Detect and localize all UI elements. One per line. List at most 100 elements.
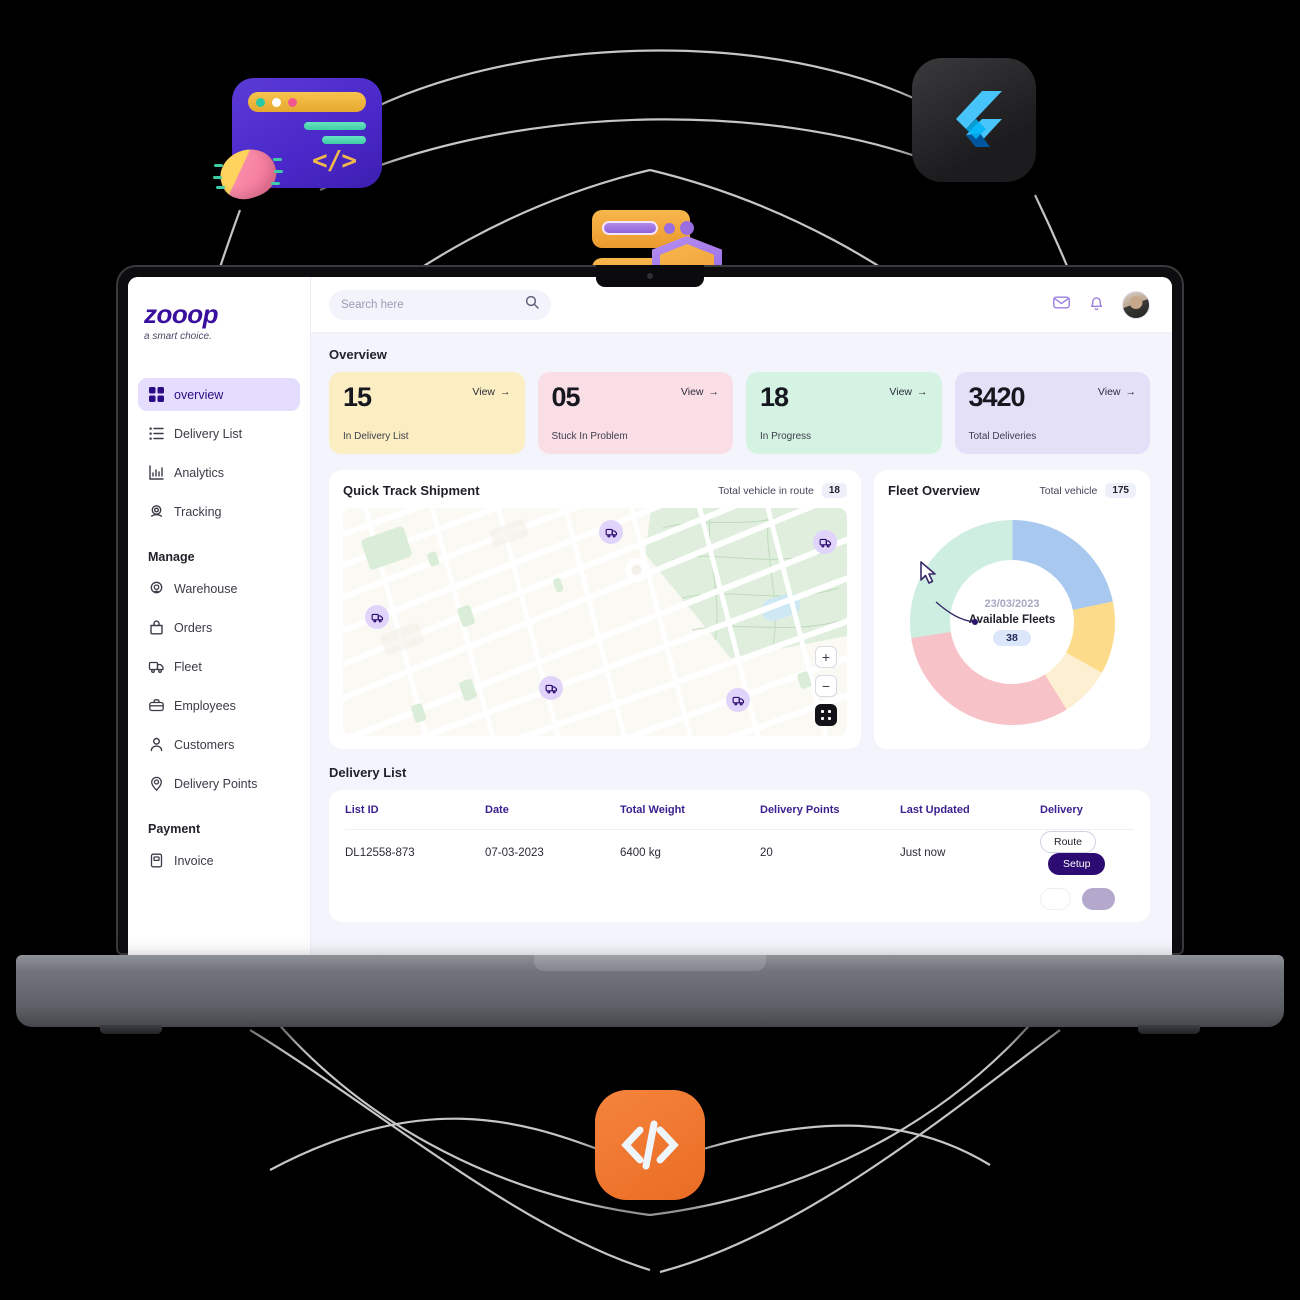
code-brackets-3d-icon bbox=[595, 1090, 705, 1200]
fleet-donut-chart[interactable]: 23/03/2023 Available Fleets 38 bbox=[888, 508, 1136, 736]
page-title: Overview bbox=[329, 347, 387, 362]
mail-icon[interactable] bbox=[1052, 293, 1071, 317]
cell-delivery-actions bbox=[1040, 888, 1134, 910]
laptop-mockup: zooop a smart choice. overview Delivery … bbox=[16, 265, 1284, 1034]
fullscreen-icon[interactable] bbox=[815, 704, 837, 726]
stat-card-in-delivery-list[interactable]: 15 In Delivery List View → bbox=[329, 372, 525, 454]
truck-marker-2[interactable] bbox=[599, 520, 623, 544]
sidebar-item-label: Delivery List bbox=[174, 426, 243, 441]
truck-marker-3[interactable] bbox=[813, 530, 837, 554]
avatar[interactable] bbox=[1122, 290, 1150, 319]
zoom-out-button[interactable]: − bbox=[815, 675, 837, 697]
view-label: View bbox=[680, 386, 704, 398]
laptop-lid: zooop a smart choice. overview Delivery … bbox=[116, 265, 1184, 955]
column-header-date: Date bbox=[485, 803, 509, 816]
sidebar-item-label: Delivery Points bbox=[174, 776, 258, 791]
browser-titlebar bbox=[248, 92, 366, 112]
map-view[interactable]: + − bbox=[343, 508, 847, 736]
table-row[interactable]: DL12558-873 07-03-2023 6400 kg 20 Just n… bbox=[345, 830, 1134, 876]
truck-marker-4[interactable] bbox=[539, 676, 563, 700]
view-link[interactable]: View → bbox=[472, 386, 510, 398]
cursor-pointer-icon bbox=[920, 561, 936, 584]
laptop-groove bbox=[534, 955, 766, 971]
sidebar-item-orders[interactable]: Orders bbox=[138, 611, 300, 644]
sidebar-item-customers[interactable]: Customers bbox=[138, 728, 300, 761]
setup-button[interactable]: Setup bbox=[1048, 853, 1106, 875]
sidebar-item-warehouse[interactable]: Warehouse bbox=[138, 572, 300, 605]
truck-marker-5[interactable] bbox=[726, 688, 750, 712]
sidebar-item-overview[interactable]: overview bbox=[138, 378, 300, 411]
sidebar-item-delivery-points[interactable]: Delivery Points bbox=[138, 767, 300, 800]
sidebar-item-label: Warehouse bbox=[174, 581, 238, 596]
brand-tagline: a smart choice. bbox=[144, 331, 212, 342]
bell-icon[interactable] bbox=[1087, 293, 1106, 317]
flutter-glyph bbox=[956, 91, 1002, 147]
arrow-right-icon: → bbox=[917, 386, 928, 398]
cell-list-id: DL12558-873 bbox=[345, 847, 415, 859]
setup-button[interactable] bbox=[1082, 888, 1116, 910]
laptop-foot bbox=[1138, 1025, 1200, 1034]
search-icon[interactable] bbox=[525, 295, 539, 314]
grid-icon bbox=[148, 386, 165, 403]
panel-meta: Total vehicle 175 bbox=[1040, 483, 1136, 498]
arrow-right-icon: → bbox=[1125, 386, 1137, 398]
sidebar-item-label: Employees bbox=[174, 698, 236, 713]
topbar bbox=[311, 277, 1172, 333]
sidebar-item-analytics[interactable]: Analytics bbox=[138, 456, 300, 489]
invoice-icon bbox=[148, 852, 165, 869]
tracking-icon bbox=[148, 503, 165, 520]
sidebar-nav: overview Delivery List Analytics Trackin… bbox=[128, 360, 310, 877]
panel-title: Quick Track Shipment bbox=[343, 483, 480, 498]
view-link[interactable]: View → bbox=[681, 386, 719, 398]
sidebar: zooop a smart choice. overview Delivery … bbox=[128, 277, 311, 955]
truck-icon bbox=[148, 658, 165, 675]
column-header-last-updated: Last Updated bbox=[900, 803, 970, 816]
sidebar-item-employees[interactable]: Employees bbox=[138, 689, 300, 722]
search-bar[interactable] bbox=[329, 289, 551, 320]
sidebar-item-invoice[interactable]: Invoice bbox=[138, 844, 300, 877]
sidebar-item-fleet[interactable]: Fleet bbox=[138, 650, 300, 683]
zoom-in-button[interactable]: + bbox=[815, 646, 837, 668]
bug-icon bbox=[213, 141, 283, 207]
panel-header: Fleet Overview Total vehicle 175 bbox=[888, 483, 1136, 498]
sidebar-group-payment: Payment bbox=[148, 822, 201, 836]
column-header-list-id: List ID bbox=[345, 803, 379, 816]
cell-delivery-actions: Route Setup bbox=[1040, 831, 1134, 875]
stat-card-total-deliveries[interactable]: 3420 Total Deliveries View → bbox=[954, 372, 1150, 454]
route-button[interactable]: Route bbox=[1040, 831, 1097, 853]
stat-label: In Progress bbox=[760, 431, 812, 442]
sidebar-item-label: Analytics bbox=[174, 465, 225, 480]
stat-card-in-progress[interactable]: 18 In Progress View → bbox=[746, 372, 942, 454]
cell-last-updated: Just now bbox=[900, 847, 946, 859]
panel-meta: Total vehicle in route 18 bbox=[718, 483, 847, 498]
panel-title: Fleet Overview bbox=[888, 483, 980, 498]
map-controls: + − bbox=[815, 646, 837, 726]
sidebar-item-label: overview bbox=[174, 387, 224, 402]
sidebar-item-tracking[interactable]: Tracking bbox=[138, 495, 300, 528]
stat-label: Stuck In Problem bbox=[551, 431, 628, 442]
dashboard-screen: zooop a smart choice. overview Delivery … bbox=[128, 277, 1172, 955]
sidebar-item-delivery-list[interactable]: Delivery List bbox=[138, 417, 300, 450]
sidebar-group-manage: Manage bbox=[148, 550, 195, 564]
sidebar-item-label: Tracking bbox=[174, 504, 222, 519]
laptop-foot bbox=[100, 1025, 162, 1034]
laptop-base bbox=[16, 955, 1284, 1034]
search-input[interactable] bbox=[341, 298, 517, 311]
bag-icon bbox=[148, 619, 165, 636]
panel-header: Quick Track Shipment Total vehicle in ro… bbox=[343, 483, 847, 498]
stat-label: In Delivery List bbox=[343, 431, 409, 442]
view-label: View bbox=[472, 386, 495, 398]
route-button[interactable] bbox=[1040, 888, 1071, 910]
stat-card-stuck-in-problem[interactable]: 05 Stuck In Problem View → bbox=[537, 372, 733, 454]
truck-marker-1[interactable] bbox=[365, 605, 389, 629]
map-canvas bbox=[343, 508, 847, 736]
view-link[interactable]: View → bbox=[1098, 386, 1136, 398]
stat-cards: 15 In Delivery List View → 05 Stuck In P… bbox=[329, 372, 1150, 454]
webcam-icon bbox=[647, 273, 653, 279]
warehouse-icon bbox=[148, 580, 165, 597]
table-row[interactable] bbox=[345, 876, 1134, 922]
meta-value: 18 bbox=[821, 483, 847, 498]
panels-row: Quick Track Shipment Total vehicle in ro… bbox=[329, 470, 1150, 749]
view-link[interactable]: View → bbox=[889, 386, 927, 398]
column-header-total-weight: Total Weight bbox=[620, 803, 685, 816]
